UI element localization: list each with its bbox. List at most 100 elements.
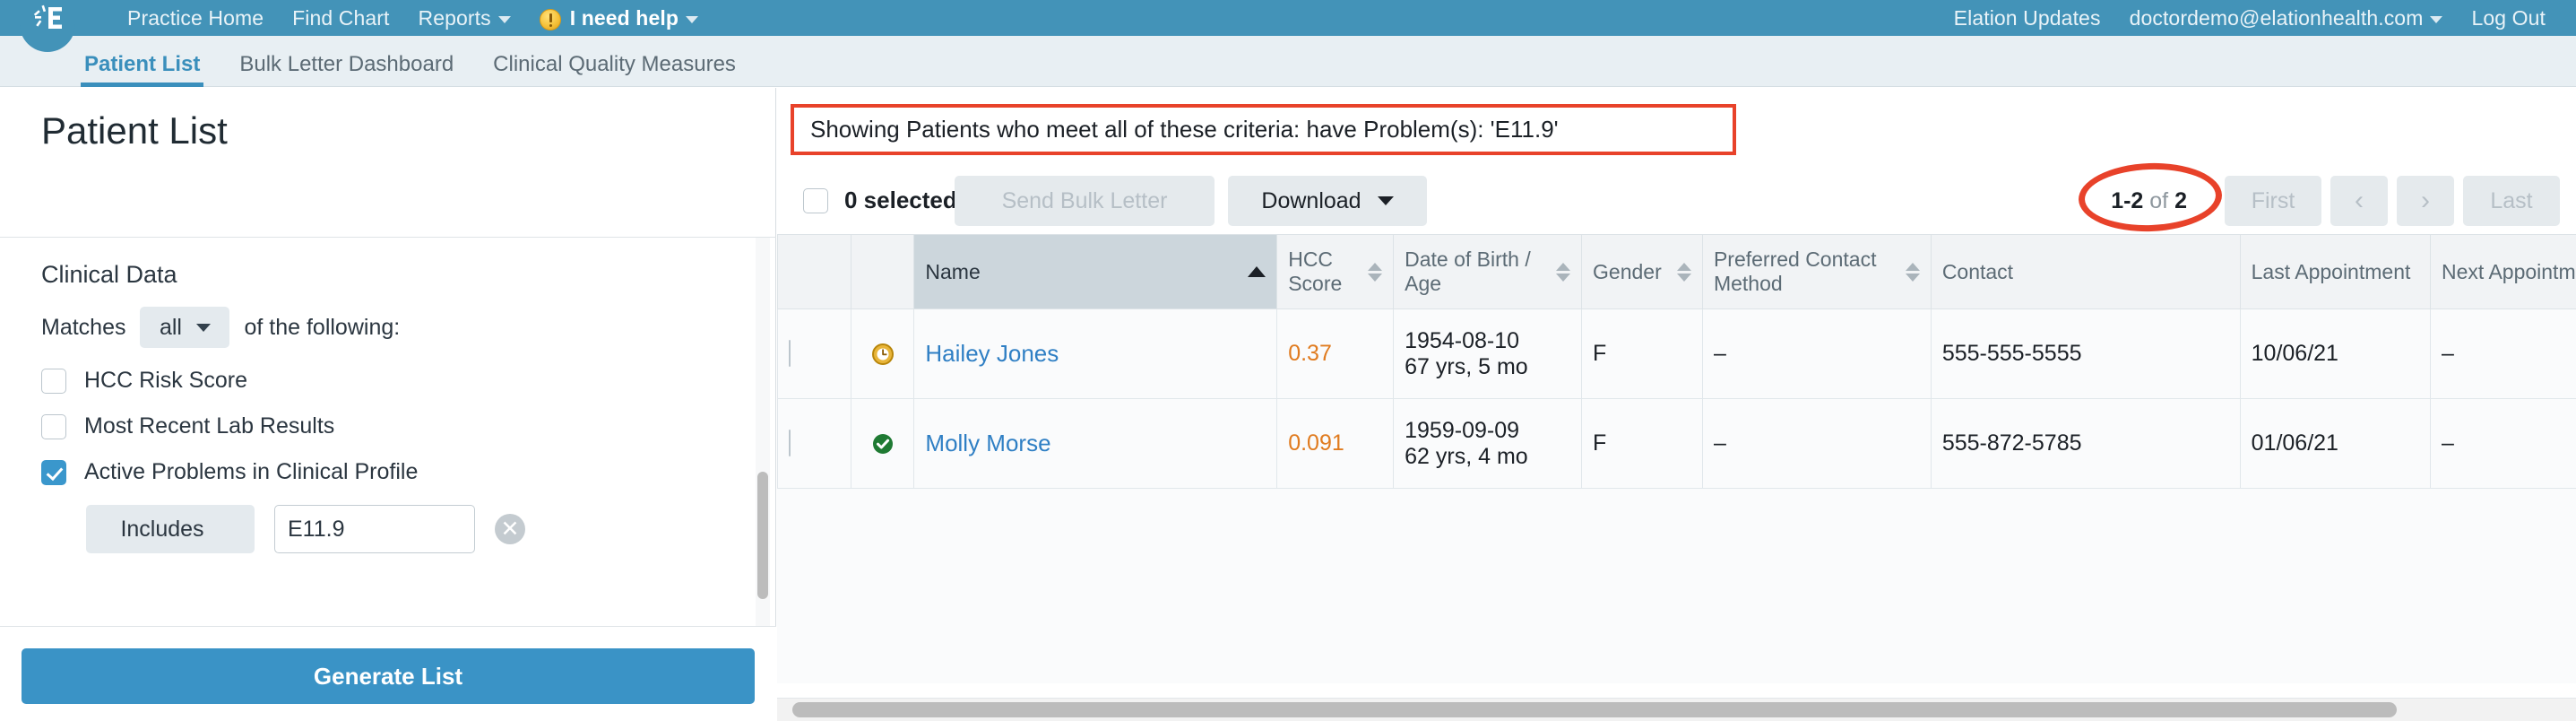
nav-find-chart[interactable]: Find Chart	[278, 0, 403, 36]
patient-name-link[interactable]: Hailey Jones	[925, 340, 1059, 367]
row-hcc-cell: 0.091	[1277, 399, 1394, 489]
row-last-appointment-cell: 10/06/21	[2240, 309, 2430, 399]
chevron-down-icon	[1378, 196, 1394, 205]
table-row[interactable]: Molly Morse 0.091 1959-09-09 62 yrs, 4 m…	[778, 399, 2576, 489]
matches-mode-select[interactable]: all	[140, 307, 229, 348]
row-gender-cell: F	[1582, 399, 1703, 489]
hcc-score-value: 0.37	[1288, 341, 1332, 366]
horizontal-scrollbar-thumb[interactable]	[792, 702, 2397, 717]
criterion-most-recent-lab-results[interactable]: Most Recent Lab Results	[0, 394, 776, 439]
filter-sidebar: Patient List Clinical Data Matches all o…	[0, 88, 776, 721]
row-checkbox[interactable]	[789, 430, 791, 456]
row-last-appointment-cell: 01/06/21	[2240, 399, 2430, 489]
row-select-cell	[778, 399, 851, 489]
table-header-row: Name HCC Score Date of Birth / Age	[778, 235, 2576, 309]
nav-practice-home[interactable]: Practice Home	[113, 0, 278, 36]
problem-operator-value: Includes	[120, 517, 203, 543]
row-select-cell	[778, 309, 851, 399]
pagination-next-button[interactable]: ›	[2397, 176, 2454, 226]
row-preferred-contact-cell: –	[1702, 399, 1931, 489]
tab-bulk-letter-dashboard[interactable]: Bulk Letter Dashboard	[220, 36, 473, 87]
criterion-label: HCC Risk Score	[84, 368, 247, 394]
page-title: Patient List	[0, 88, 775, 152]
col-name[interactable]: Name	[914, 235, 1277, 309]
tab-clinical-quality-measures[interactable]: Clinical Quality Measures	[473, 36, 756, 87]
tab-patient-list[interactable]: Patient List	[65, 36, 220, 87]
col-name-label: Name	[925, 260, 980, 284]
select-all-checkbox[interactable]	[803, 188, 828, 213]
col-last-appointment[interactable]: Last Appointment	[2240, 235, 2430, 309]
nav-log-out[interactable]: Log Out	[2457, 0, 2560, 36]
age-value: 67 yrs, 5 mo	[1405, 354, 1570, 380]
checkbox-hcc-risk-score[interactable]	[41, 369, 66, 394]
row-name-cell: Molly Morse	[914, 399, 1277, 489]
generate-list-button[interactable]: Generate List	[22, 648, 755, 704]
patient-table-body: Hailey Jones 0.37 1954-08-10 67 yrs, 5 m…	[778, 309, 2576, 489]
row-dob-cell: 1954-08-10 67 yrs, 5 mo	[1394, 309, 1582, 399]
sidebar-scrollbar-track[interactable]	[756, 238, 770, 675]
active-problems-filter-row: Includes ✕	[0, 485, 776, 553]
nav-account-menu[interactable]: doctordemo@elationhealth.com	[2115, 0, 2458, 36]
nav-elation-updates[interactable]: Elation Updates	[1940, 0, 2115, 36]
download-button[interactable]: Download	[1228, 176, 1427, 226]
table-row[interactable]: Hailey Jones 0.37 1954-08-10 67 yrs, 5 m…	[778, 309, 2576, 399]
row-next-appointment-cell: –	[2431, 399, 2576, 489]
col-status	[851, 235, 914, 309]
secondary-nav-links: Elation Updates doctordemo@elationhealth…	[1940, 0, 2560, 36]
col-select	[778, 235, 851, 309]
col-gender-label: Gender	[1593, 260, 1662, 284]
criteria-summary-banner: Showing Patients who meet all of these c…	[791, 104, 1736, 155]
row-name-cell: Hailey Jones	[914, 309, 1277, 399]
pagination-last-button[interactable]: Last	[2463, 176, 2560, 226]
row-next-appointment-cell: –	[2431, 309, 2576, 399]
dob-value: 1954-08-10	[1405, 328, 1519, 353]
clock-icon	[871, 343, 895, 366]
row-dob-cell: 1959-09-09 62 yrs, 4 mo	[1394, 399, 1582, 489]
row-checkbox[interactable]	[789, 340, 791, 367]
clinical-data-heading: Clinical Data	[0, 238, 776, 289]
problem-code-input[interactable]	[274, 505, 475, 553]
nav-reports[interactable]: Reports	[404, 0, 525, 36]
nav-help-label: I need help	[570, 6, 679, 30]
chevron-down-icon	[196, 324, 211, 332]
pagination-total-value: 2	[2174, 188, 2187, 213]
checkbox-most-recent-lab-results[interactable]	[41, 414, 66, 439]
age-value: 62 yrs, 4 mo	[1405, 444, 1570, 470]
criterion-hcc-risk-score[interactable]: HCC Risk Score	[0, 348, 776, 394]
pagination-first-button[interactable]: First	[2225, 176, 2321, 226]
hcc-score-value: 0.091	[1288, 430, 1344, 456]
download-label: Download	[1261, 188, 1361, 214]
tab-list: Patient List Bulk Letter Dashboard Clini…	[65, 36, 2576, 87]
selected-count-label: 0 selected	[844, 187, 957, 214]
row-contact-cell: 555-872-5785	[1931, 399, 2240, 489]
col-preferred-contact-method[interactable]: Preferred Contact Method	[1702, 235, 1931, 309]
col-preferred-contact-method-label: Preferred Contact Method	[1714, 248, 1898, 296]
checkbox-active-problems[interactable]	[41, 460, 66, 485]
col-next-appointment[interactable]: Next Appointment	[2431, 235, 2576, 309]
remove-filter-button[interactable]: ✕	[495, 514, 525, 544]
section-tab-bar: Patient List Bulk Letter Dashboard Clini…	[0, 36, 2576, 87]
col-gender[interactable]: Gender	[1582, 235, 1703, 309]
elation-logo-icon	[32, 4, 63, 31]
sidebar-scrollbar-thumb[interactable]	[757, 472, 768, 599]
col-hcc-score[interactable]: HCC Score	[1277, 235, 1394, 309]
nav-i-need-help[interactable]: I need help	[525, 0, 713, 36]
patient-table-scroll: Name HCC Score Date of Birth / Age	[777, 234, 2576, 683]
matches-prefix-label: Matches	[41, 315, 125, 341]
col-dob-age[interactable]: Date of Birth / Age	[1394, 235, 1582, 309]
alert-icon	[540, 9, 561, 30]
pagination-prev-button[interactable]: ‹	[2330, 176, 2388, 226]
sidebar-footer: Generate List	[0, 626, 776, 721]
send-bulk-letter-button[interactable]: Send Bulk Letter	[955, 176, 1215, 226]
criterion-active-problems[interactable]: Active Problems in Clinical Profile	[0, 439, 776, 485]
chevron-down-icon	[686, 16, 698, 23]
criterion-label: Most Recent Lab Results	[84, 413, 334, 439]
problem-operator-select[interactable]: Includes	[86, 505, 255, 553]
patient-name-link[interactable]: Molly Morse	[925, 430, 1050, 456]
pagination-range-value: 1-2	[2111, 188, 2143, 213]
criteria-scroll-region: Clinical Data Matches all of the followi…	[0, 238, 776, 677]
patient-table: Name HCC Score Date of Birth / Age	[777, 234, 2576, 489]
chevron-down-icon	[498, 16, 511, 23]
col-contact[interactable]: Contact	[1931, 235, 2240, 309]
col-contact-label: Contact	[1942, 260, 2013, 284]
